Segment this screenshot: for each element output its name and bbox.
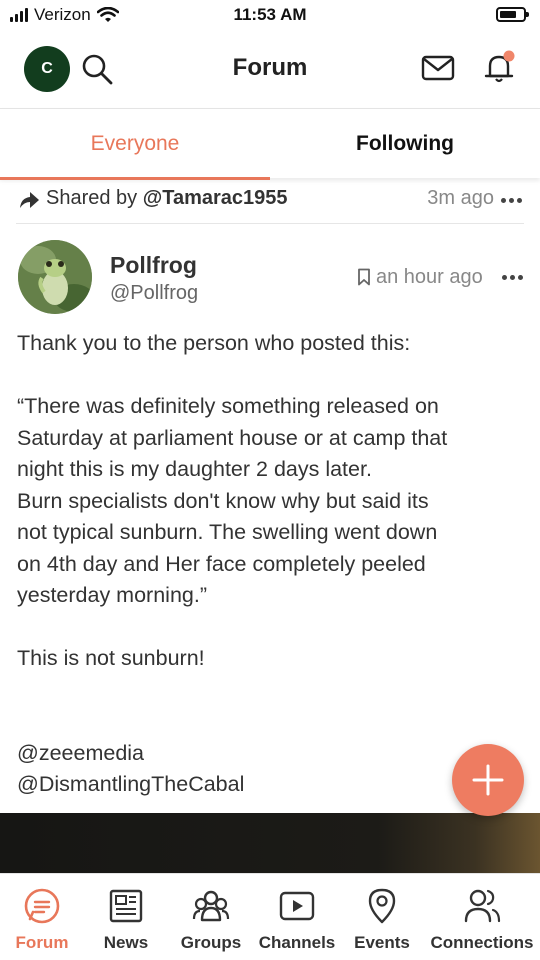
nav-news[interactable]: News <box>90 874 162 960</box>
bookmark-icon[interactable] <box>357 268 371 286</box>
post-line: Burn specialists don't know why but said… <box>17 488 429 513</box>
shared-by-prefix: Shared by <box>46 187 138 209</box>
nav-events-label: Events <box>354 933 410 952</box>
bell-icon[interactable] <box>480 48 518 86</box>
author-handle[interactable]: @Pollfrog <box>110 282 198 305</box>
post-line: This is not sunburn! <box>17 646 205 670</box>
feed-tabs: Everyone Following <box>0 108 540 180</box>
nav-channels[interactable]: Channels <box>255 874 339 960</box>
new-post-button[interactable] <box>452 744 524 816</box>
post-line: not typical sunburn. The swelling went d… <box>17 520 438 544</box>
events-icon <box>368 888 396 924</box>
nav-groups[interactable]: Groups <box>175 874 247 960</box>
battery-icon <box>496 7 529 22</box>
mention-link[interactable]: @DismantlingTheCabal <box>17 769 523 801</box>
share-arrow-icon <box>20 192 39 208</box>
bottom-nav: Forum News Groups Channels Events Connec… <box>0 873 540 960</box>
nav-groups-label: Groups <box>180 933 242 952</box>
author-avatar[interactable] <box>18 240 92 314</box>
shared-more-icon[interactable] <box>501 198 522 203</box>
post-body: Thank you to the person who posted this:… <box>17 328 523 801</box>
app-header: C Forum <box>0 34 540 108</box>
post-media-image[interactable] <box>0 813 540 873</box>
nav-forum[interactable]: Forum <box>0 874 84 960</box>
mail-icon[interactable] <box>420 51 456 85</box>
status-bar: Verizon 11:53 AM <box>0 0 540 32</box>
post-line: on 4th day and Her face completely peele… <box>17 551 426 576</box>
groups-icon <box>192 890 230 922</box>
post-time: an hour ago <box>376 266 483 288</box>
tab-following[interactable]: Following <box>270 109 540 179</box>
post-line: yesterday morning.” <box>17 583 207 607</box>
author-name[interactable]: Pollfrog <box>110 252 197 279</box>
post-more-icon[interactable] <box>502 275 523 280</box>
forum-icon <box>24 888 60 924</box>
post-line: Saturday at parliament house or at camp … <box>17 425 448 450</box>
frog-avatar-image <box>18 240 92 314</box>
nav-forum-label: Forum <box>15 933 69 952</box>
nav-connections[interactable]: Connections <box>426 874 538 960</box>
plus-icon <box>472 764 504 796</box>
nav-connections-label: Connections <box>430 933 534 952</box>
mention-link[interactable]: @zeeemedia <box>17 738 523 770</box>
shared-by-user[interactable]: @Tamarac1955 <box>143 187 288 209</box>
post-line: Thank you to the person who posted this: <box>17 331 411 355</box>
shared-by-text: Shared by @Tamarac1955 <box>46 187 288 210</box>
nav-channels-label: Channels <box>258 933 336 952</box>
news-icon <box>109 889 143 923</box>
shared-time: 3m ago <box>427 187 494 209</box>
clock: 11:53 AM <box>233 5 307 24</box>
tab-everyone[interactable]: Everyone <box>0 109 270 180</box>
page-title: Forum <box>232 54 308 81</box>
channels-icon <box>279 891 315 921</box>
connections-icon <box>464 889 501 923</box>
nav-events[interactable]: Events <box>348 874 416 960</box>
shared-by-row: Shared by @Tamarac1955 3m ago <box>16 180 524 224</box>
nav-news-label: News <box>103 933 149 952</box>
notification-dot <box>503 50 515 62</box>
post-line: night this is my daughter 2 days later. <box>17 457 372 481</box>
post-line: “There was definitely something released… <box>17 394 439 418</box>
